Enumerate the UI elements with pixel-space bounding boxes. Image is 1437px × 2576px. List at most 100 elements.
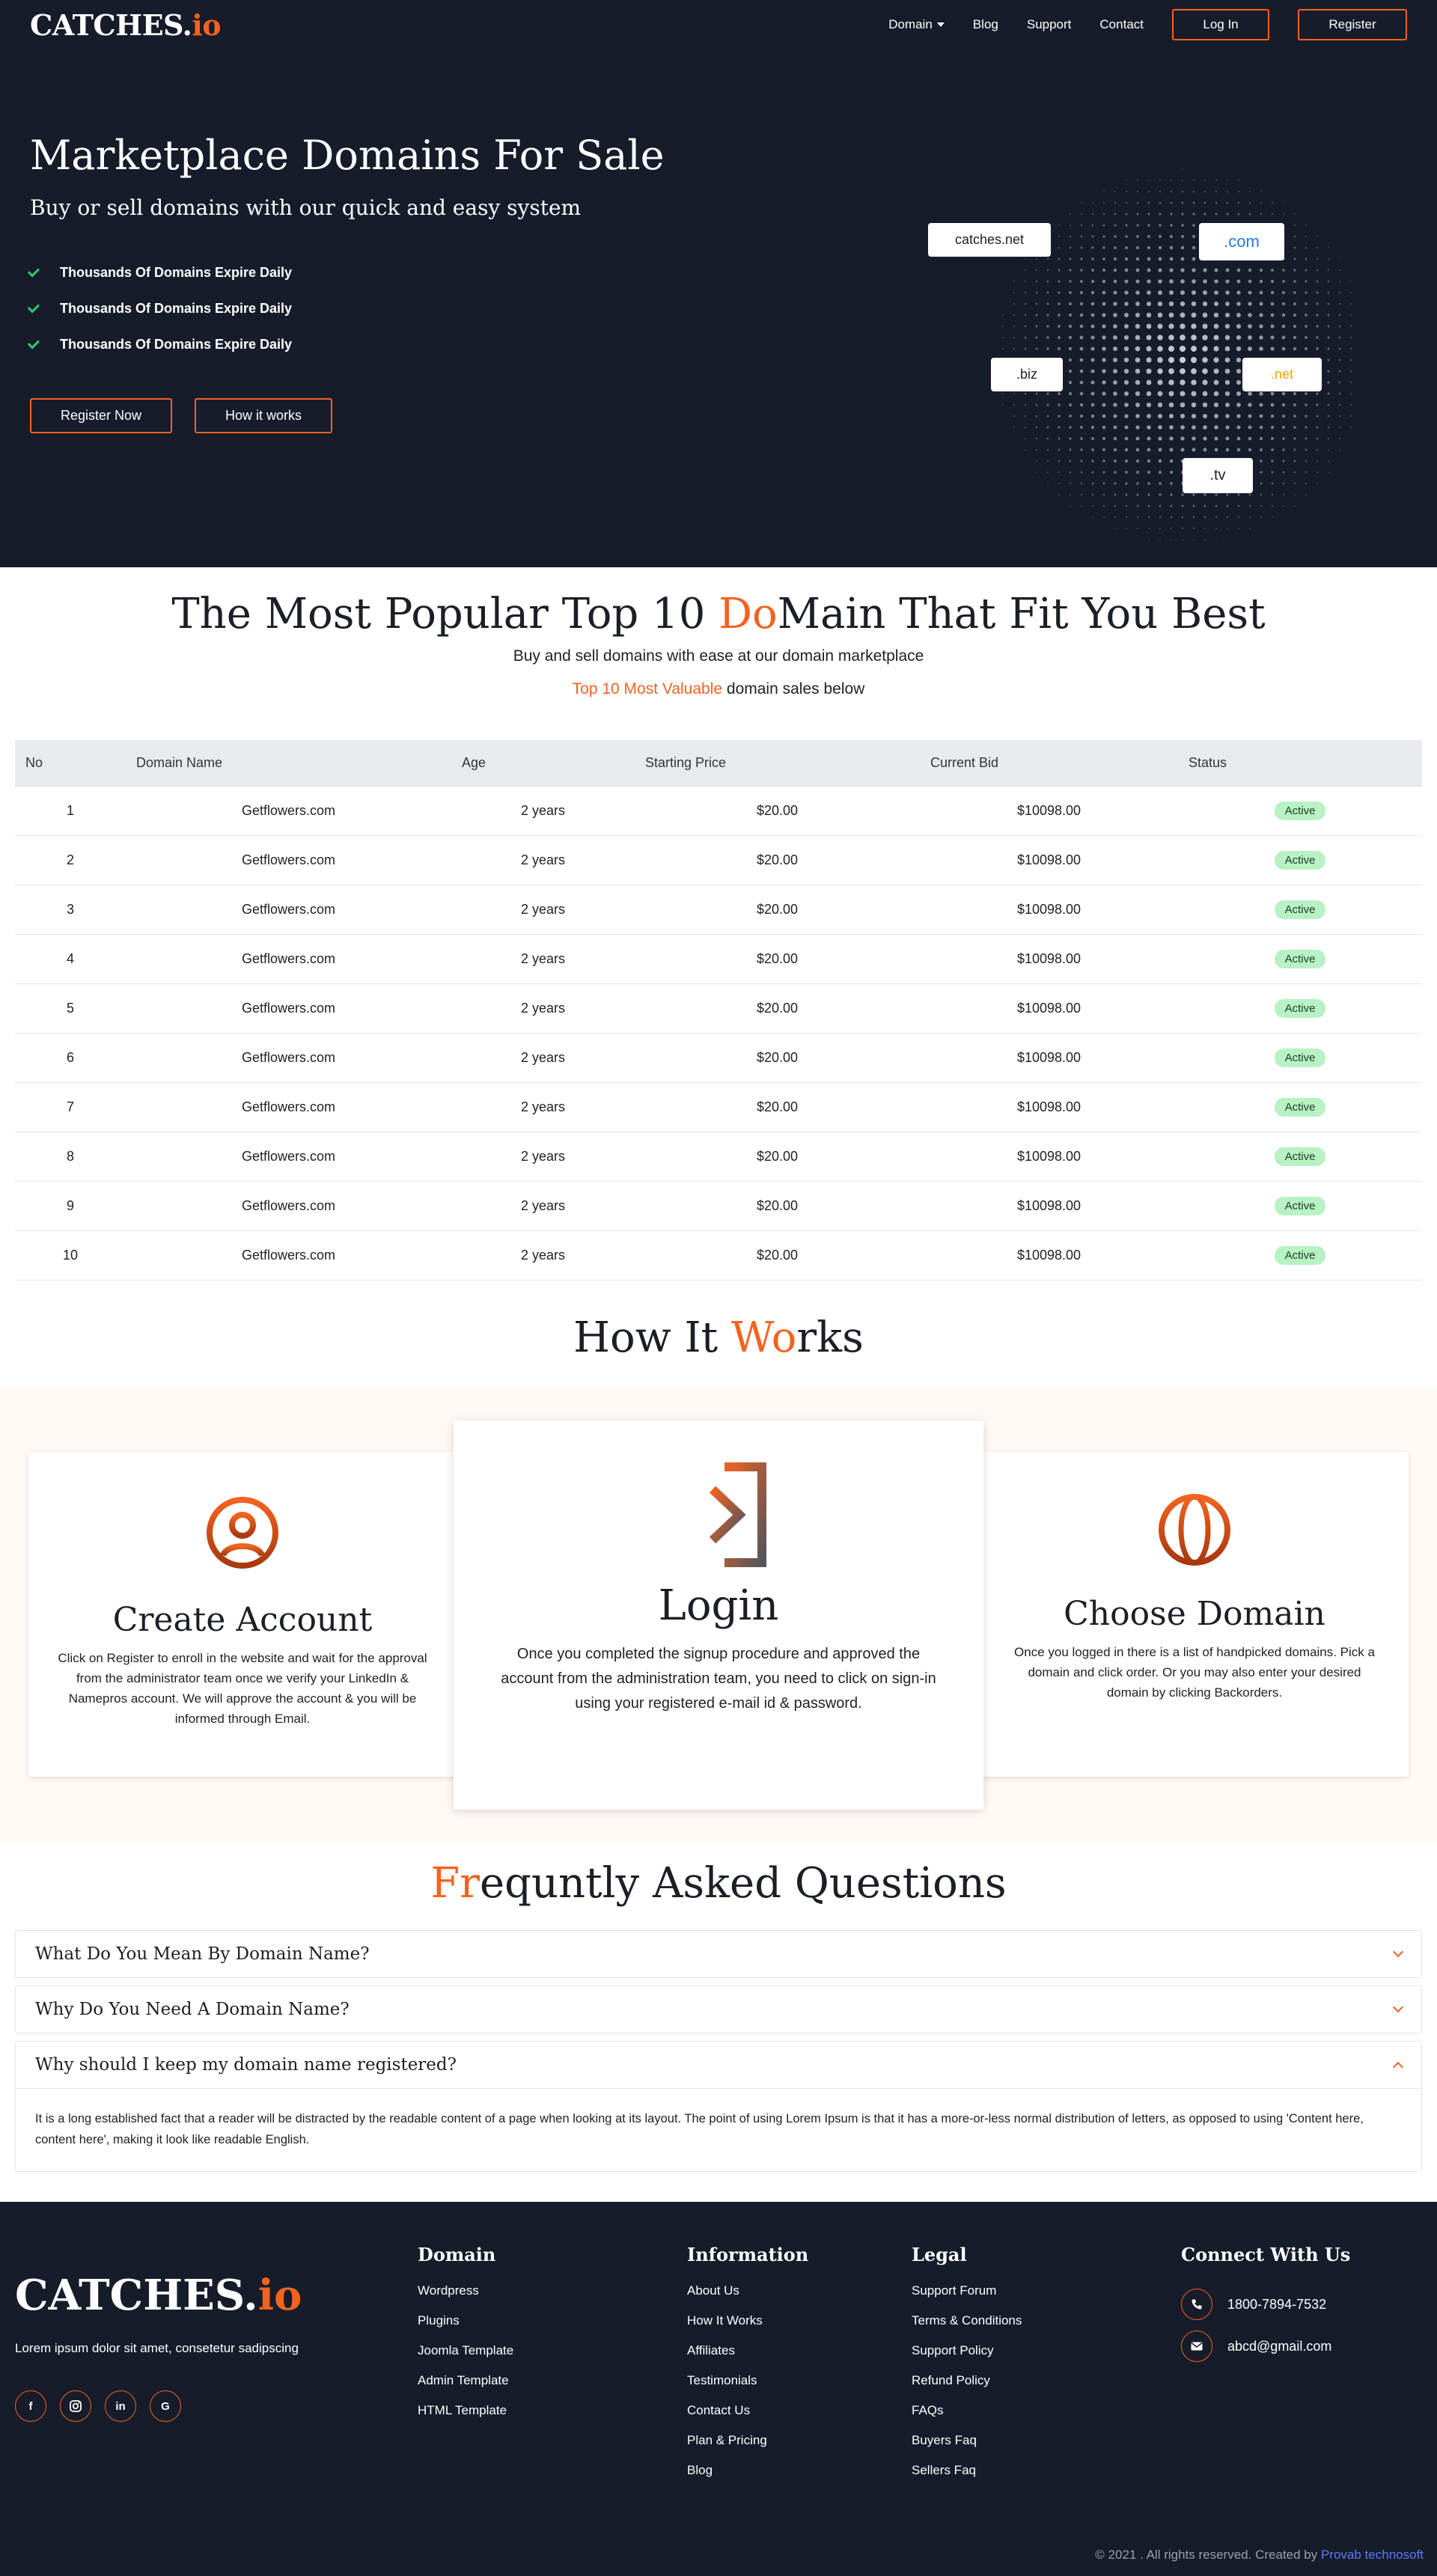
google-icon[interactable]: G	[150, 2390, 181, 2422]
register-now-button[interactable]: Register Now	[30, 398, 172, 433]
step-card-login: Login Once you completed the signup proc…	[454, 1420, 983, 1810]
table-row: 8 Getflowers.com 2 years $20.00 $10098.00 Act…	[15, 1132, 1422, 1182]
step-title: Choose Domain	[1064, 1595, 1325, 1633]
footer-link[interactable]: Terms & Conditions	[912, 2313, 1022, 2343]
table-cell: $10098.00	[920, 786, 1178, 836]
table-cell: 2 years	[451, 835, 635, 885]
nav-contact-link[interactable]: Contact	[1099, 17, 1144, 32]
footer-column-information: Information About Us How It Works Affili…	[687, 2244, 808, 2493]
footer-link[interactable]: FAQs	[912, 2403, 1022, 2433]
table-cell: $20.00	[635, 786, 920, 836]
footer-logo[interactable]: CATCHES.io	[15, 2271, 302, 2320]
footer-link[interactable]: About Us	[687, 2283, 808, 2313]
table-row: 10 Getflowers.com 2 years $20.00 $10098.00 Ac…	[15, 1230, 1422, 1281]
top-navbar: CATCHES.io Domain Blog Support Contact L…	[0, 0, 1437, 49]
table-row: 6 Getflowers.com 2 years $20.00 $10098.00 Act…	[15, 1033, 1422, 1083]
facebook-icon[interactable]: f	[15, 2390, 46, 2422]
nav-blog-link[interactable]: Blog	[973, 17, 998, 32]
column-header: Starting Price	[635, 740, 920, 787]
step-text: Click on Register to enroll in the websi…	[58, 1651, 427, 1726]
envelope-icon	[1181, 2331, 1212, 2362]
footer-column-legal: Legal Support Forum Terms & Conditions S…	[912, 2244, 1022, 2493]
check-icon	[27, 300, 40, 314]
status-cell: Active	[1178, 1181, 1422, 1231]
footer-column-title: Legal	[912, 2244, 967, 2265]
status-cell: Active	[1178, 1033, 1422, 1083]
table-cell: 6	[15, 1033, 126, 1083]
domain-chip-net: .net	[1242, 358, 1322, 391]
table-row: 1 Getflowers.com 2 years $20.00 $10098.00 Act…	[15, 786, 1422, 836]
table-cell: 9	[15, 1181, 126, 1231]
table-cell: Getflowers.com	[126, 983, 451, 1034]
footer-link[interactable]: Plugins	[418, 2313, 513, 2343]
footer-link[interactable]: Plan & Pricing	[687, 2433, 808, 2463]
table-cell: 2 years	[451, 1181, 635, 1231]
footer-link[interactable]: Sellers Faq	[912, 2463, 1022, 2493]
check-icon	[27, 264, 40, 278]
footer-column-title: Domain	[418, 2244, 496, 2265]
footer-link[interactable]: Support Forum	[912, 2283, 1022, 2313]
how-it-works-button[interactable]: How it works	[195, 398, 332, 433]
table-cell: $10098.00	[920, 983, 1178, 1034]
column-header: Domain Name	[126, 740, 451, 787]
table-cell: 3	[15, 885, 126, 935]
table-cell: 2 years	[451, 786, 635, 836]
footer-link[interactable]: Support Policy	[912, 2343, 1022, 2373]
faq-question-toggle[interactable]: Why should I keep my domain name registe…	[16, 2042, 1421, 2088]
footer-link[interactable]: Refund Policy	[912, 2373, 1022, 2403]
footer-link[interactable]: Affiliates	[687, 2343, 808, 2373]
table-cell: 1	[15, 786, 126, 836]
contact-phone[interactable]: 1800-7894-7532	[1181, 2283, 1350, 2325]
nav-support-link[interactable]: Support	[1027, 17, 1072, 32]
site-footer: CATCHES.io Lorem ipsum dolor sit amet, c…	[0, 2202, 1437, 2576]
footer-link[interactable]: How It Works	[687, 2313, 808, 2343]
footer-link[interactable]: Contact Us	[687, 2403, 808, 2433]
login-button[interactable]: Log In	[1172, 9, 1269, 40]
site-logo[interactable]: CATCHES.io	[30, 8, 222, 42]
status-cell: Active	[1178, 1082, 1422, 1132]
step-card-choose-domain: Choose Domain Once you logged in there i…	[980, 1452, 1409, 1777]
status-badge: Active	[1274, 1246, 1326, 1265]
status-badge: Active	[1274, 999, 1326, 1018]
register-button[interactable]: Register	[1298, 9, 1407, 40]
status-badge: Active	[1274, 851, 1326, 870]
chevron-down-icon	[1392, 1946, 1404, 1958]
table-cell: $20.00	[635, 885, 920, 935]
status-cell: Active	[1178, 1230, 1422, 1281]
footer-link[interactable]: HTML Template	[418, 2403, 513, 2433]
footer-link[interactable]: Blog	[687, 2463, 808, 2493]
footer-link[interactable]: Testimonials	[687, 2373, 808, 2403]
social-links: f in G	[15, 2390, 181, 2422]
check-icon	[27, 336, 40, 350]
footer-link[interactable]: Admin Template	[418, 2373, 513, 2403]
footer-column-connect: Connect With Us 1800-7894-7532 abcd@gmai…	[1181, 2244, 1350, 2367]
copyright: © 2021 . All rights reserved. Created by…	[1095, 2548, 1424, 2562]
how-it-works-section: Create Account Click on Register to enro…	[0, 1388, 1437, 1844]
how-it-works-heading: How It Works	[573, 1313, 864, 1362]
table-cell: $10098.00	[920, 1230, 1178, 1281]
table-cell: $20.00	[635, 1132, 920, 1182]
domain-chip-com: .com	[1199, 223, 1284, 260]
contact-email[interactable]: abcd@gmail.com	[1181, 2325, 1350, 2367]
status-badge: Active	[1274, 1147, 1326, 1166]
linkedin-icon[interactable]: in	[105, 2390, 136, 2422]
popular-domains-section: The Most Popular Top 10 DoMain That Fit …	[0, 567, 1437, 1281]
table-row: 2 Getflowers.com 2 years $20.00 $10098.00 Act…	[15, 835, 1422, 885]
credit-link[interactable]: Provab technosoft	[1321, 2548, 1424, 2562]
hero-feature-item: Thousands Of Domains Expire Daily	[27, 254, 665, 290]
footer-link[interactable]: Buyers Faq	[912, 2433, 1022, 2463]
footer-link[interactable]: Joomla Template	[418, 2343, 513, 2373]
faq-question-toggle[interactable]: Why Do You Need A Domain Name?	[16, 1986, 1421, 2033]
footer-link[interactable]: Wordpress	[418, 2283, 513, 2313]
nav-domain-dropdown[interactable]: Domain	[888, 17, 945, 32]
hero-subtitle: Buy or sell domains with our quick and e…	[30, 195, 582, 220]
table-cell: 2	[15, 835, 126, 885]
column-header: No	[15, 740, 126, 787]
faq-title: Frequntly Asked Questions	[430, 1859, 1007, 1908]
instagram-icon[interactable]	[60, 2390, 91, 2422]
table-cell: 7	[15, 1082, 126, 1132]
table-cell: 2 years	[451, 934, 635, 984]
hero-section: Marketplace Domains For Sale Buy or sell…	[0, 49, 1437, 567]
faq-question-toggle[interactable]: What Do You Mean By Domain Name?	[16, 1931, 1421, 1977]
table-cell: Getflowers.com	[126, 835, 451, 885]
